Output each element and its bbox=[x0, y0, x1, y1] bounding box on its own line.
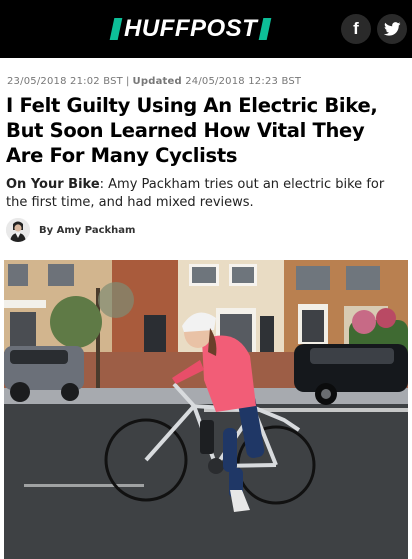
logo-bar-left bbox=[109, 18, 123, 40]
twitter-icon bbox=[383, 22, 401, 36]
twitter-share-button[interactable] bbox=[377, 14, 407, 44]
author-name[interactable]: By Amy Packham bbox=[39, 225, 135, 236]
logo-bar-right bbox=[258, 18, 272, 40]
article-timestamps: 23/05/2018 21:02 BST | Updated 24/05/2018 … bbox=[7, 76, 302, 87]
facebook-share-button[interactable]: f bbox=[341, 14, 371, 44]
author-avatar[interactable] bbox=[6, 218, 30, 242]
updated-label: Updated bbox=[132, 76, 182, 87]
facebook-icon: f bbox=[353, 19, 359, 38]
article-summary: On Your Bike: Amy Packham tries out an e… bbox=[6, 176, 406, 212]
logo-wordmark: HUFFPOST bbox=[124, 15, 258, 42]
cyclist-photo-illustration bbox=[4, 260, 408, 559]
author-byline[interactable]: By Amy Packham bbox=[6, 218, 135, 242]
site-header: HUFFPOST f bbox=[0, 0, 412, 58]
huffpost-logo[interactable]: HUFFPOST bbox=[109, 15, 272, 42]
section-kicker[interactable]: On Your Bike bbox=[6, 177, 100, 192]
published-date: 23/05/2018 21:02 BST bbox=[7, 76, 123, 87]
article-title: I Felt Guilty Using An Electric Bike, Bu… bbox=[6, 94, 378, 167]
article-hero-image bbox=[4, 260, 408, 559]
updated-date: 24/05/2018 12:23 BST bbox=[185, 76, 302, 87]
author-silhouette-icon bbox=[6, 218, 30, 242]
